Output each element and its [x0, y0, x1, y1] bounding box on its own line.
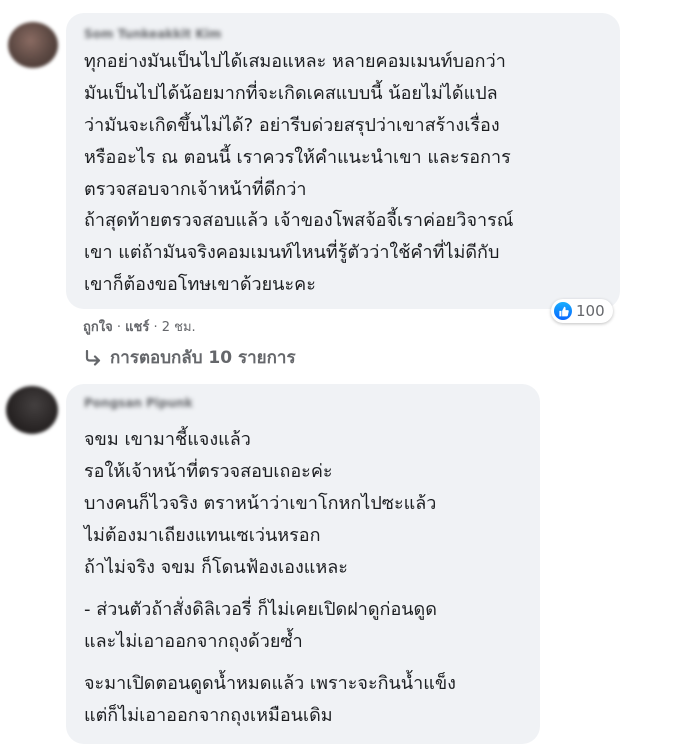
separator: · — [116, 320, 121, 335]
comment-paragraph: จขม เขามาชี้แจงแล้ว รอให้เจ้าหน้าที่ตรวจ… — [84, 429, 437, 514]
comment-bubble: Som Tunkeakkit Kim ทุกอย่างมันเป็นไปได้เ… — [66, 13, 620, 309]
thumbs-up-icon — [554, 302, 572, 320]
avatar[interactable] — [8, 22, 58, 68]
comment-paragraph: ทุกอย่างมันเป็นไปได้เสมอแหละ หลายคอมเมนท… — [84, 51, 511, 200]
view-replies-button[interactable]: การตอบกลับ 10 รายการ — [84, 344, 296, 371]
comment-2: Pongsan Pipunk จขม เขามาชี้แจงแล้ว รอให้… — [0, 370, 675, 744]
avatar[interactable] — [6, 386, 58, 434]
reaction-count-badge[interactable]: 100 — [551, 299, 613, 323]
like-button[interactable]: ถูกใจ — [83, 320, 113, 335]
reaction-count: 100 — [576, 302, 605, 320]
comment-paragraph: ถ้าสุดท้ายตรวจสอบแล้ว เจ้าของโพสจ้อจี้เร… — [84, 210, 514, 295]
separator: · — [153, 320, 158, 335]
comment-paragraph: - ส่วนตัวถ้าสั่งดิลิเวอรี่ ก็ไม่เคยเปิดฝ… — [84, 599, 437, 652]
comment-paragraph: ไม่ต้องมาเถียงแทนเซเว่นหรอก ถ้าไม่จริง จ… — [84, 525, 348, 578]
comment-1: Som Tunkeakkit Kim ทุกอย่างมันเป็นไปได้เ… — [0, 0, 675, 370]
comment-paragraph: จะมาเปิดตอนดูดน้ำหมดแล้ว เพราะจะกินน้ำแข… — [84, 673, 456, 726]
share-button[interactable]: แชร์ — [125, 320, 149, 335]
comment-author[interactable]: Som Tunkeakkit Kim — [84, 27, 221, 41]
comment-actions: ถูกใจ · แชร์ · 2 ชม. — [83, 316, 196, 337]
comment-bubble: Pongsan Pipunk จขม เขามาชี้แจงแล้ว รอให้… — [66, 384, 540, 744]
view-replies-label: การตอบกลับ 10 รายการ — [110, 348, 296, 368]
comment-author[interactable]: Pongsan Pipunk — [84, 396, 193, 410]
comment-timestamp[interactable]: 2 ชม. — [162, 320, 196, 335]
reply-arrow-icon — [84, 349, 102, 366]
